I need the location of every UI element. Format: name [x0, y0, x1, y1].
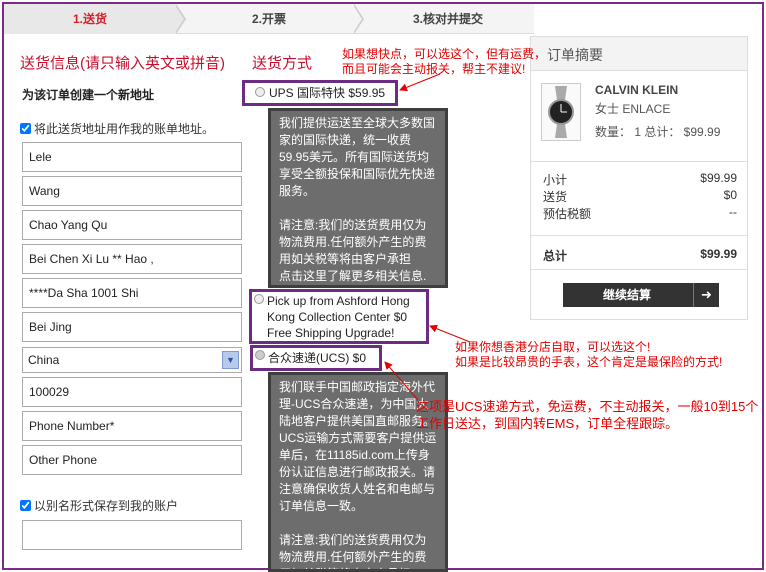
other-phone-field[interactable]: Other Phone: [22, 445, 242, 475]
ups-option[interactable]: UPS 国际特快 $59.95: [242, 80, 398, 106]
address-line1-field[interactable]: Bei Chen Xi Lu ** Hao ,: [22, 244, 242, 274]
subtotal-value: $99.99: [700, 171, 737, 185]
use-as-billing-label: 将此送货地址用作我的账单地址。: [34, 122, 215, 136]
ucs-label: 合众速递(UCS) $0: [268, 351, 367, 365]
save-alias-checkbox[interactable]: [20, 500, 31, 511]
ups-radio[interactable]: [255, 87, 265, 97]
watch-product-image: [541, 83, 581, 141]
watch-icon: [548, 86, 574, 138]
product-brand: CALVIN KLEIN: [595, 83, 679, 97]
step-review-submit[interactable]: 3.核对并提交: [362, 4, 534, 34]
annotation-ucs: 这项是UCS速递方式，免运费，不主动报关，一般10到15个工作日送达，到国内转E…: [416, 399, 759, 431]
last-name-field[interactable]: Wang: [22, 176, 242, 206]
order-summary: 订单摘要 CALVIN KLEIN 女士 ENLACE 数量： 1 总计： $9…: [530, 36, 748, 320]
tax-value: --: [729, 205, 737, 219]
country-value: China: [28, 353, 60, 367]
save-alias-label: 以别名形式保存到我的账户: [34, 499, 179, 513]
arrow-right-icon: ➜: [693, 283, 719, 307]
save-alias-checkbox-row[interactable]: 以别名形式保存到我的账户: [20, 497, 178, 514]
address-line2-field[interactable]: ****Da Sha 1001 Shi: [22, 278, 242, 308]
district-field[interactable]: Chao Yang Qu: [22, 210, 242, 240]
hk-pickup-label: Pick up from Ashford Hong Kong Collectio…: [267, 294, 410, 340]
use-as-billing-checkbox-row[interactable]: 将此送货地址用作我的账单地址。: [20, 120, 214, 137]
hk-pickup-option[interactable]: Pick up from Ashford Hong Kong Collectio…: [249, 289, 429, 344]
postal-code-field[interactable]: 100029: [22, 377, 242, 407]
continue-checkout-label: 继续结算: [602, 288, 651, 302]
ups-info-box: 我们提供运送至全球大多数国家的国际快递，统一收费59.95美元。所有国际送货均享…: [268, 108, 448, 288]
shipping-cost-label: 送货: [543, 190, 568, 204]
step-shipping[interactable]: 1.送货: [4, 4, 176, 34]
total-label: 总计: [543, 249, 568, 263]
product-name: 女士 ENLACE: [595, 102, 671, 116]
subtotal-label: 小计: [543, 173, 568, 187]
shipping-method-title: 送货方式: [252, 55, 313, 72]
total-value: $99.99: [700, 247, 737, 261]
country-select[interactable]: China ▼: [22, 347, 242, 373]
ucs-radio[interactable]: [255, 350, 265, 360]
phone-number-field[interactable]: Phone Number*: [22, 411, 242, 441]
hk-pickup-radio[interactable]: [254, 294, 264, 304]
ups-label: UPS 国际特快 $59.95: [269, 86, 386, 100]
use-as-billing-checkbox[interactable]: [20, 123, 31, 134]
divider: [531, 161, 747, 162]
alias-field[interactable]: [22, 520, 242, 550]
checkout-steps: 1.送货 2.开票 3.核对并提交: [4, 4, 534, 34]
first-name-field[interactable]: Lele: [22, 142, 242, 172]
product-qty-total: 数量： 1 总计： $99.99: [595, 125, 721, 139]
step-billing[interactable]: 2.开票: [184, 4, 354, 34]
ucs-option[interactable]: 合众速递(UCS) $0: [250, 345, 382, 371]
shipping-info-title: 送货信息(请只输入英文或拼音): [20, 55, 225, 72]
divider: [531, 269, 747, 270]
divider: [531, 235, 747, 236]
new-address-heading: 为该订单创建一个新地址: [22, 88, 155, 102]
continue-checkout-button[interactable]: 继续结算 ➜: [563, 283, 719, 307]
city-field[interactable]: Bei Jing: [22, 312, 242, 342]
shipping-cost-value: $0: [723, 188, 737, 202]
annotation-hk-pickup: 如果你想香港分店自取，可以选这个! 如果是比较昂贵的手表，这个肯定是最保险的方式…: [455, 340, 723, 369]
annotation-ups: 如果想快点，可以选这个，但有运费，而且可能会主动报关，帮主不建议!: [342, 47, 547, 76]
chevron-down-icon[interactable]: ▼: [222, 351, 239, 369]
tax-label: 预估税额: [543, 207, 592, 221]
order-summary-header: 订单摘要: [531, 37, 747, 71]
